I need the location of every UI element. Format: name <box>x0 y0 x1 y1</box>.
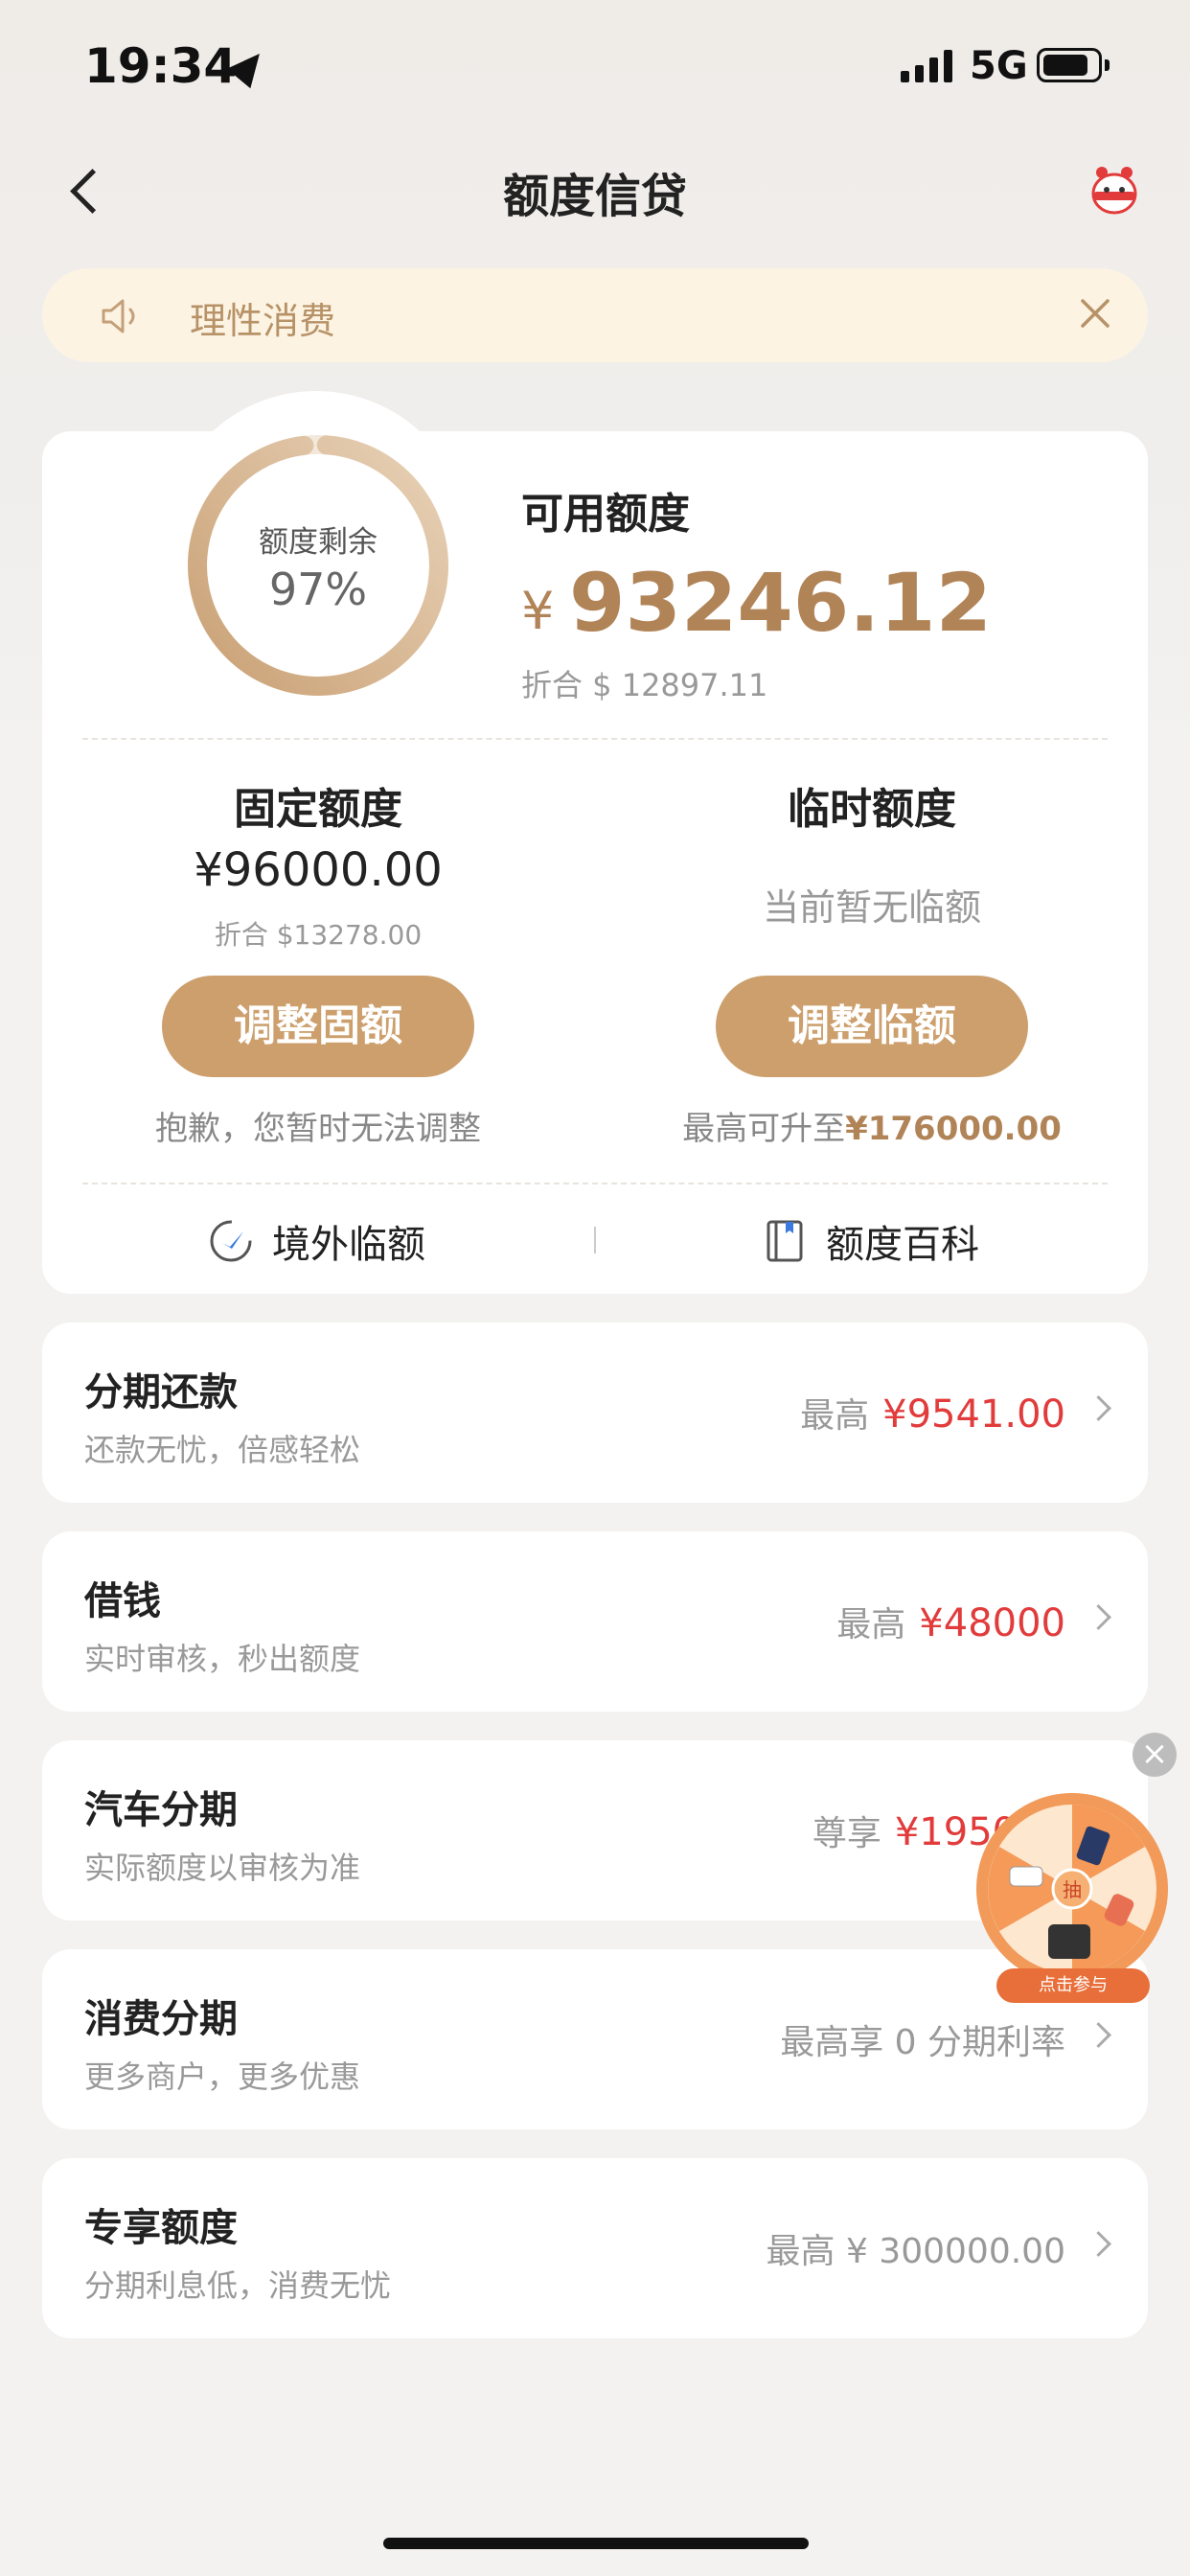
list-item-prefix: 尊享 <box>812 1814 881 1853</box>
link-separator <box>594 1227 596 1254</box>
temp-quota-max-amount: ¥176000.00 <box>845 1110 1062 1148</box>
available-quota-amount: 93246.12 <box>569 556 993 650</box>
divider <box>82 1183 1108 1184</box>
divider <box>82 738 1108 740</box>
list-item-installment-repay[interactable]: 分期还款 还款无忧，倍感轻松 最高 ¥9541.00 <box>42 1322 1148 1503</box>
overseas-temp-quota-link[interactable]: 境外临额 <box>207 1208 425 1275</box>
signal-icon <box>901 48 952 82</box>
list-item-prefix: 最高 <box>800 1396 870 1436</box>
fixed-quota-title: 固定额度 <box>234 785 402 834</box>
chevron-right-icon <box>1086 2231 1111 2257</box>
fixed-quota-note: 抱歉，您暂时无法调整 <box>155 1110 481 1148</box>
battery-tip <box>1105 59 1110 71</box>
list-item-value: 最高 ¥48000 <box>836 1597 1065 1646</box>
temp-quota-status: 当前暂无临额 <box>762 886 981 929</box>
adjust-temp-quota-button[interactable]: 调整临额 <box>716 976 1028 1077</box>
temp-quota-title: 临时额度 <box>788 785 956 834</box>
book-icon <box>767 1220 803 1262</box>
list-item-subtitle: 更多商户，更多优惠 <box>84 2058 361 2095</box>
list-item-title: 汽车分期 <box>84 1788 238 1832</box>
close-icon[interactable] <box>1071 289 1119 337</box>
list-item-title: 消费分期 <box>84 1997 238 2041</box>
customer-service-mascot-icon[interactable] <box>1085 161 1144 220</box>
widget-center-label: 抽 <box>1063 1878 1082 1901</box>
list-item-value: 最高享 0 分期利率 <box>780 2014 1065 2064</box>
plane-icon <box>210 1220 252 1262</box>
widget-cta-label[interactable]: 点击参与 <box>996 1968 1150 2003</box>
list-item-value: 最高 ¥9541.00 <box>800 1388 1065 1438</box>
fixed-quota-usd: 折合 $13278.00 <box>214 919 423 951</box>
notice-banner: 理性消费 <box>42 268 1148 362</box>
adjust-fixed-quota-button[interactable]: 调整固额 <box>162 976 474 1077</box>
list-item-subtitle: 分期利息低，消费无忧 <box>84 2267 392 2304</box>
list-item-amount: ¥9541.00 <box>882 1392 1065 1437</box>
fixed-quota-amount: ¥96000.00 <box>194 843 443 897</box>
home-indicator <box>383 2538 809 2549</box>
list-item-prefix: 最高 ¥ 300000.00 <box>766 2232 1065 2271</box>
list-item-prefix: 最高享 0 分期利率 <box>780 2023 1065 2062</box>
temp-quota-note-prefix: 最高可升至 <box>682 1110 846 1148</box>
page-title: 额度信贷 <box>502 170 687 223</box>
list-item-subtitle: 还款无忧，倍感轻松 <box>84 1432 361 1468</box>
list-item-subtitle: 实际额度以审核为准 <box>84 1850 361 1886</box>
list-item-title: 分期还款 <box>84 1370 238 1414</box>
ring-percent: 97% <box>268 564 368 615</box>
list-item-title: 专享额度 <box>84 2206 238 2250</box>
list-item-amount: ¥48000 <box>919 1601 1065 1645</box>
quota-wiki-label: 额度百科 <box>826 1223 979 1267</box>
widget-close-button[interactable]: × <box>1133 1733 1177 1777</box>
list-item-borrow[interactable]: 借钱 实时审核，秒出额度 最高 ¥48000 <box>42 1531 1148 1712</box>
lottery-wheel-icon[interactable]: 抽 <box>973 1790 1171 1995</box>
list-item-title: 借钱 <box>84 1579 161 1623</box>
battery-icon <box>1037 48 1102 82</box>
chevron-right-icon <box>1086 1604 1111 1630</box>
list-item-prefix: 最高 <box>836 1605 906 1644</box>
chevron-right-icon <box>1086 1395 1111 1421</box>
ring-label: 额度剩余 <box>259 525 378 560</box>
speaker-icon <box>102 299 135 334</box>
currency-symbol: ¥ <box>521 581 555 641</box>
quota-wiki-link[interactable]: 额度百科 <box>761 1208 979 1275</box>
chevron-right-icon <box>1086 2022 1111 2048</box>
list-item-exclusive-quota[interactable]: 专享额度 分期利息低，消费无忧 最高 ¥ 300000.00 <box>42 2158 1148 2338</box>
list-item-subtitle: 实时审核，秒出额度 <box>84 1641 361 1677</box>
overseas-temp-quota-label: 境外临额 <box>272 1223 425 1267</box>
available-quota-label: 可用额度 <box>521 490 690 539</box>
status-time: 19:34 <box>84 38 238 94</box>
network-label: 5G <box>970 44 1028 88</box>
notice-text: 理性消费 <box>190 300 336 342</box>
list-item-value: 最高 ¥ 300000.00 <box>767 2223 1065 2273</box>
temp-quota-note: 最高可升至¥176000.00 <box>623 1102 1121 1149</box>
available-quota-usd: 折合 $ 12897.11 <box>521 667 768 703</box>
